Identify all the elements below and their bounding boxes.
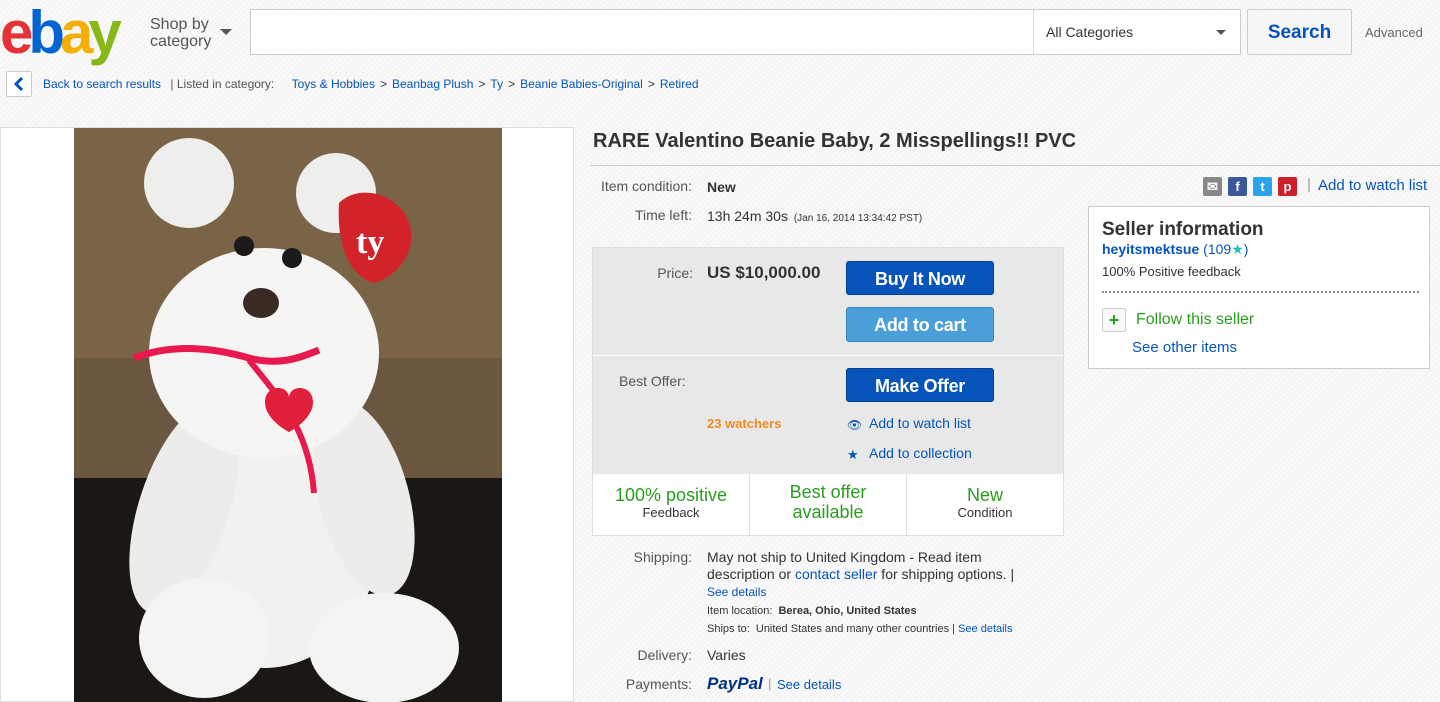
buy-it-now-button[interactable]: Buy It Now (846, 261, 994, 295)
search-input[interactable] (251, 10, 1033, 54)
payments-label: Payments: (625, 676, 692, 692)
time-left-countdown: 13h 24m 30s (707, 208, 788, 224)
breadcrumb-separator: > (508, 77, 516, 91)
see-other-items-link[interactable]: See other items (1132, 339, 1237, 356)
payments-separator: | (768, 676, 772, 691)
stat-best-offer-value: Best offer available (789, 482, 867, 522)
condition-label: Item condition: (600, 178, 692, 194)
price-label: Price: (657, 265, 693, 281)
eye-icon: 👁 (847, 418, 863, 432)
shipping-label: Shipping: (633, 549, 692, 565)
watchers-count: 23 watchers (707, 416, 782, 431)
stat-condition-label: Condition (957, 505, 1013, 520)
ebay-logo[interactable]: ebay (0, 0, 122, 66)
email-icon[interactable]: ✉ (1203, 177, 1222, 196)
chevron-down-icon (1216, 30, 1226, 35)
back-to-results-link[interactable]: Back to search results (43, 77, 161, 91)
breadcrumb-ty[interactable]: Ty (490, 77, 503, 91)
price-value: US $10,000.00 (707, 263, 821, 282)
follow-seller-link[interactable]: Follow this seller (1136, 311, 1254, 329)
seller-score[interactable]: (109 (1203, 241, 1231, 257)
seller-info-panel: Seller information heyitsmektsue (109★) … (1088, 206, 1430, 369)
stat-feedback: 100% positive Feedback (593, 474, 750, 535)
logo-letter-b: b (28, 0, 65, 66)
time-left-label: Time left: (634, 207, 692, 223)
ships-to-value: United States and many other countries | (755, 623, 956, 635)
buy-box: Price: US $10,000.00 Buy It Now Add to c… (592, 247, 1064, 536)
add-to-collection-link[interactable]: Add to collection (869, 445, 972, 461)
breadcrumb-separator: > (478, 77, 486, 91)
item-stats: 100% positive Feedback Best offer availa… (593, 474, 1063, 535)
delivery-value: Varies (707, 647, 746, 663)
ships-to-see-details-link[interactable]: See details (958, 623, 1012, 635)
paypal-logo: PayPal (707, 674, 763, 693)
make-offer-button[interactable]: Make Offer (846, 368, 994, 402)
seller-positive-feedback: 100% Positive feedback (1102, 264, 1241, 279)
seller-name-link[interactable]: heyitsmektsue (1102, 241, 1199, 257)
stat-feedback-value: 100% positive (614, 485, 728, 505)
back-button[interactable] (6, 71, 32, 97)
plus-icon[interactable]: + (1102, 308, 1126, 332)
ships-to-label: Ships to: (707, 623, 750, 635)
chevron-left-icon (13, 77, 24, 91)
breadcrumb-retired[interactable]: Retired (660, 77, 699, 91)
item-photo[interactable]: ty (74, 128, 502, 702)
chevron-down-icon (220, 29, 232, 35)
logo-letter-y: y (88, 0, 121, 66)
add-to-cart-button[interactable]: Add to cart (846, 307, 994, 342)
listed-in-label: | Listed in category: (170, 77, 275, 91)
shop-by-category-button[interactable]: Shop by category (150, 16, 232, 50)
payments-see-details-link[interactable]: See details (777, 677, 841, 692)
stat-feedback-label: Feedback (642, 505, 700, 520)
shipping-text-2: for shipping options. | (877, 566, 1015, 582)
time-left-date: (Jan 16, 2014 13:34:42 PST) (793, 213, 923, 224)
share-icons: ✉ f t p (1203, 177, 1297, 196)
seller-divider (1102, 291, 1419, 293)
delivery-label: Delivery: (637, 647, 692, 663)
star-icon: ★ (1231, 241, 1244, 257)
stat-best-offer: Best offer available (750, 474, 907, 535)
buybox-watch-list-link[interactable]: Add to watch list (869, 415, 971, 431)
item-image-panel: ty (0, 127, 574, 702)
seller-heading: Seller information (1102, 219, 1264, 240)
seller-score-end: ) (1243, 241, 1249, 257)
item-location-label: Item location: (707, 605, 773, 617)
svg-text:ty: ty (356, 224, 384, 261)
breadcrumb-toys-hobbies[interactable]: Toys & Hobbies (292, 77, 375, 91)
contact-seller-link[interactable]: contact seller (795, 566, 877, 582)
shop-by-line2: category (150, 33, 212, 50)
facebook-icon[interactable]: f (1228, 177, 1247, 196)
seller-name-row: heyitsmektsue (109★) (1102, 241, 1248, 258)
stat-condition-value: New (966, 485, 1003, 505)
time-left-value: 13h 24m 30s (Jan 16, 2014 13:34:42 PST) (707, 208, 922, 224)
breadcrumb: Back to search results | Listed in categ… (43, 77, 699, 91)
advanced-search-link[interactable]: Advanced (1365, 25, 1423, 40)
share-separator: | (1307, 176, 1311, 193)
shipping-see-details-link[interactable]: See details (707, 585, 766, 599)
best-offer-label: Best Offer: (619, 373, 686, 389)
breadcrumb-beanbag-plush[interactable]: Beanbag Plush (392, 77, 473, 91)
shop-by-line1: Shop by (150, 16, 209, 33)
title-divider (590, 165, 1440, 166)
search-button[interactable]: Search (1247, 9, 1352, 55)
logo-letter-e: e (0, 0, 33, 66)
condition-value: New (707, 179, 736, 195)
twitter-icon[interactable]: t (1253, 177, 1272, 196)
buybox-divider (593, 355, 1063, 356)
pinterest-icon[interactable]: p (1278, 177, 1297, 196)
search-bar: All Categories (250, 9, 1241, 55)
item-title: RARE Valentino Beanie Baby, 2 Misspellin… (593, 130, 1077, 152)
star-icon: ★ (847, 447, 859, 462)
breadcrumb-beanie-babies[interactable]: Beanie Babies-Original (520, 77, 643, 91)
shipping-info: May not ship to United Kingdom - Read it… (707, 549, 1052, 638)
add-to-watch-list-link[interactable]: Add to watch list (1318, 177, 1427, 194)
stat-condition: New Condition (907, 474, 1063, 535)
breadcrumb-separator: > (379, 77, 387, 91)
item-location-value: Berea, Ohio, United States (778, 605, 917, 617)
logo-letter-a: a (60, 0, 93, 66)
category-select[interactable]: All Categories (1033, 10, 1240, 54)
breadcrumb-separator: > (647, 77, 655, 91)
category-select-value: All Categories (1046, 24, 1134, 40)
